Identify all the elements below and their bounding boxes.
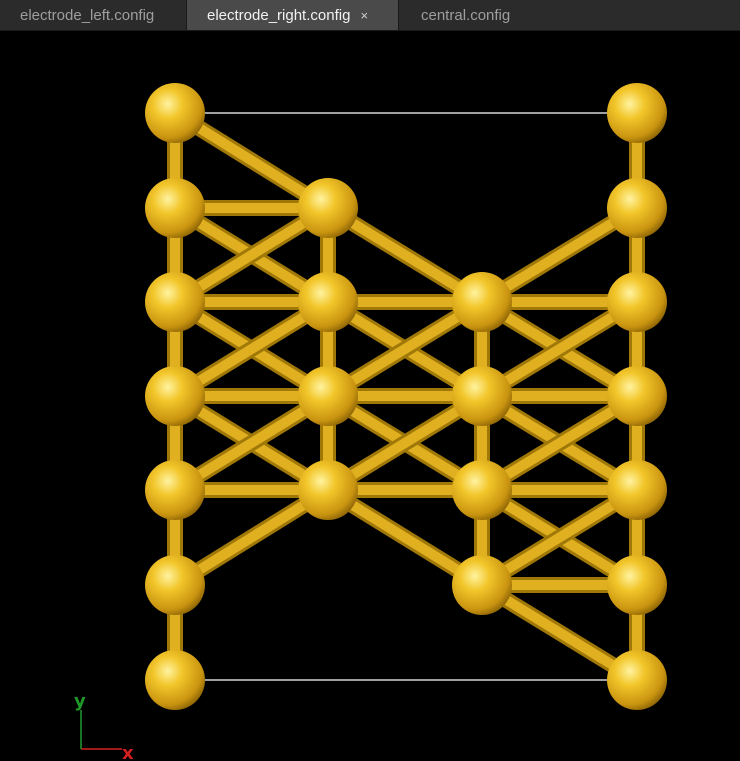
atom[interactable] <box>145 366 205 426</box>
atom[interactable] <box>298 272 358 332</box>
atom[interactable] <box>607 178 667 238</box>
atom[interactable] <box>607 460 667 520</box>
tab-central[interactable]: central.config <box>399 0 529 30</box>
tab-electrode-right[interactable]: electrode_right.config × <box>187 0 399 30</box>
x-axis-label: x <box>122 743 134 761</box>
atom[interactable] <box>145 178 205 238</box>
tab-electrode-left[interactable]: electrode_left.config <box>0 0 187 30</box>
y-axis-label: y <box>74 691 86 712</box>
atom[interactable] <box>452 555 512 615</box>
atom[interactable] <box>607 83 667 143</box>
tab-bar: electrode_left.config electrode_right.co… <box>0 0 740 31</box>
atom[interactable] <box>452 272 512 332</box>
atom[interactable] <box>452 460 512 520</box>
bonds <box>167 105 645 688</box>
atom[interactable] <box>145 650 205 710</box>
atom[interactable] <box>145 555 205 615</box>
atom[interactable] <box>298 460 358 520</box>
atom[interactable] <box>607 555 667 615</box>
close-icon[interactable]: × <box>360 8 368 23</box>
structure-viewport[interactable]: x y <box>0 31 740 761</box>
atom[interactable] <box>298 178 358 238</box>
atom[interactable] <box>145 460 205 520</box>
atom[interactable] <box>607 272 667 332</box>
atom[interactable] <box>607 366 667 426</box>
tab-label: electrode_right.config <box>207 6 351 24</box>
atom[interactable] <box>298 366 358 426</box>
tab-label: central.config <box>421 6 511 24</box>
atom[interactable] <box>145 83 205 143</box>
atomic-structure-view[interactable]: x y <box>0 31 740 761</box>
atom[interactable] <box>452 366 512 426</box>
axis-triad: x y <box>74 691 134 761</box>
atom[interactable] <box>607 650 667 710</box>
atom[interactable] <box>145 272 205 332</box>
tab-label: electrode_left.config <box>20 6 155 24</box>
